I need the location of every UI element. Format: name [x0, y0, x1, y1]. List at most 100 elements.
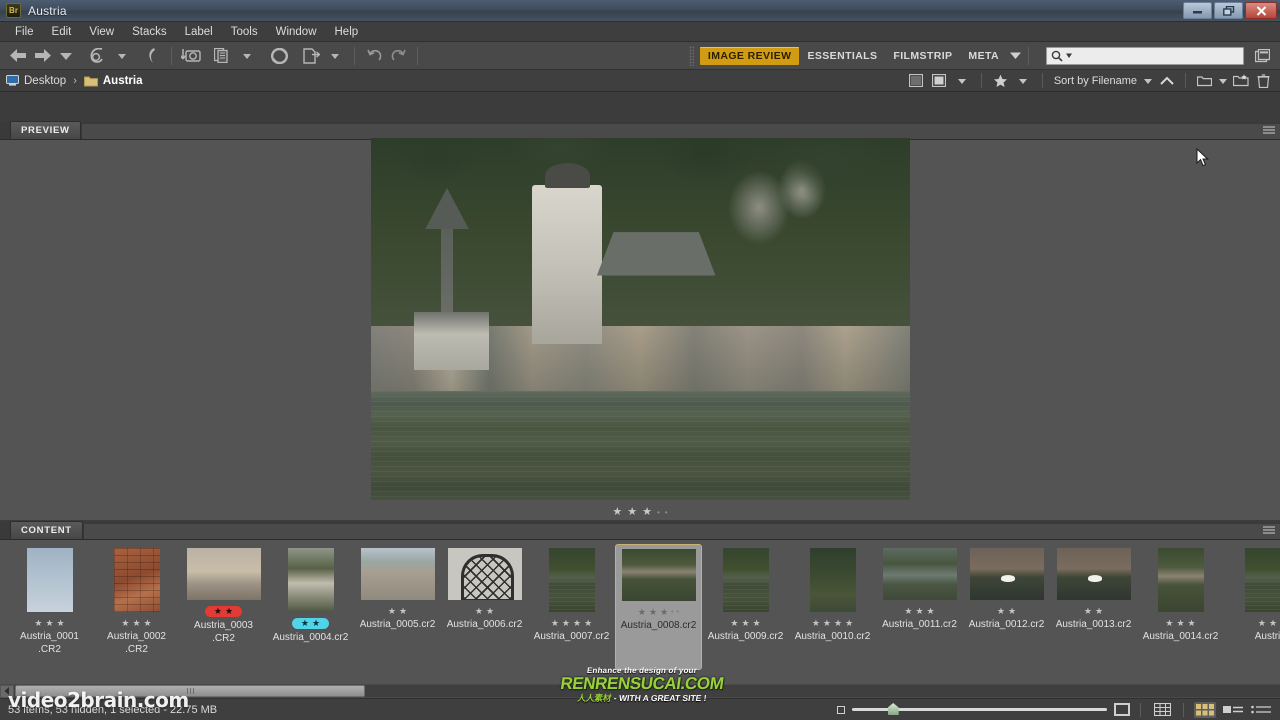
thumbnail-image[interactable] — [1157, 548, 1204, 612]
list-view-button[interactable] — [1250, 702, 1272, 718]
copy-dropdown-icon[interactable] — [235, 45, 259, 67]
thumbnail-rating[interactable]: ★ ★ ★ — [34, 618, 64, 628]
thumbnail-cell[interactable]: ★ ★ ★ Austria_0014.cr2 — [1137, 544, 1224, 670]
copy-files-icon[interactable] — [211, 45, 235, 67]
workspace-chevron-down-icon[interactable] — [1010, 50, 1021, 62]
thumbnail-image[interactable] — [809, 548, 856, 612]
thumbnail-cell[interactable]: ★ ★ Austria_0004.cr2 — [267, 544, 354, 670]
thumbnail-image[interactable] — [447, 548, 522, 600]
filter-grid-icon[interactable] — [906, 72, 927, 90]
thumbnail-image[interactable] — [621, 549, 696, 601]
thumbnail-size-slider[interactable] — [837, 703, 1130, 716]
thumbnail-cell[interactable]: ★ ★ ★ ★ Austria_0007.cr2 — [528, 544, 615, 670]
thumbnail-rating[interactable]: ★ ★ — [475, 606, 494, 616]
minimize-button[interactable] — [1183, 2, 1212, 19]
menu-label[interactable]: Label — [176, 24, 222, 40]
open-in-icon[interactable] — [299, 45, 323, 67]
thumbnail-rating[interactable]: ★ ★ ★ — [121, 618, 151, 628]
delete-icon[interactable] — [1253, 72, 1274, 90]
filter-dropdown-icon[interactable] — [952, 72, 973, 90]
details-view-button[interactable] — [1222, 702, 1244, 718]
forward-arrow-icon[interactable] — [30, 45, 54, 67]
thumbnail-cell[interactable]: ★ ★ Austri — [1224, 544, 1280, 670]
menu-stacks[interactable]: Stacks — [123, 24, 176, 40]
search-input[interactable] — [1075, 49, 1239, 62]
menu-help[interactable]: Help — [326, 24, 368, 40]
restore-button[interactable] — [1214, 2, 1243, 19]
large-thumbnail-icon[interactable] — [1114, 703, 1130, 716]
sort-dropdown-icon[interactable] — [1142, 72, 1154, 90]
color-label-red[interactable]: ★ ★ — [204, 606, 243, 617]
reveal-icon[interactable] — [140, 45, 164, 67]
thumbnail-image[interactable] — [186, 548, 261, 600]
scrollbar-track[interactable] — [14, 685, 1280, 697]
workspace-tab-essentials[interactable]: ESSENTIALS — [799, 47, 885, 65]
thumbnail-rating[interactable]: ★ ★ ★ — [1165, 618, 1195, 628]
thumbnail-image[interactable] — [969, 548, 1044, 600]
thumbnail-cell[interactable]: ★ ★ Austria_0006.cr2 — [441, 544, 528, 670]
content-horizontal-scrollbar[interactable] — [0, 684, 1280, 698]
panel-menu-icon[interactable] — [1263, 126, 1275, 136]
compact-mode-icon[interactable] — [1250, 45, 1274, 67]
close-button[interactable] — [1245, 2, 1277, 19]
create-new-folder-icon[interactable] — [1230, 72, 1251, 90]
folder-dropdown-caret-icon[interactable] — [1217, 72, 1228, 90]
thumbnail-cell[interactable]: ★ ★ ★ Austria_0011.cr2 — [876, 544, 963, 670]
back-arrow-icon[interactable] — [6, 45, 30, 67]
thumbnail-cell[interactable]: ★ ★ ★ ★ Austria_0010.cr2 — [789, 544, 876, 670]
grid-view-button[interactable] — [1151, 702, 1173, 718]
thumbnail-cell[interactable]: ★ ★ ★ Austria_0009.cr2 — [702, 544, 789, 670]
slider-knob[interactable] — [887, 703, 899, 715]
thumbnail-cell[interactable]: ★ ★ ★ • • Austria_0008.cr2 — [615, 544, 702, 670]
thumbnail-cell[interactable]: ★ ★ Austria_0003 .CR2 — [180, 544, 267, 670]
new-folder-dropdown-icon[interactable] — [1194, 72, 1215, 90]
thumbnail-image[interactable] — [287, 548, 334, 612]
open-in-dropdown-icon[interactable] — [323, 45, 347, 67]
sort-ascending-icon[interactable] — [1156, 72, 1177, 90]
tab-preview[interactable]: PREVIEW — [10, 121, 81, 139]
color-label-cyan[interactable]: ★ ★ — [291, 618, 330, 629]
search-box[interactable] — [1046, 46, 1244, 65]
thumbnail-image[interactable] — [1056, 548, 1131, 600]
recent-folders-dropdown-icon[interactable] — [54, 45, 78, 67]
menu-view[interactable]: View — [80, 24, 123, 40]
thumbnail-rating[interactable]: ★ ★ ★ • • — [638, 607, 679, 617]
workspace-drag-grip[interactable] — [688, 45, 694, 66]
small-thumbnail-icon[interactable] — [837, 705, 845, 714]
boomerang-icon[interactable] — [86, 45, 110, 67]
workspace-tab-filmstrip[interactable]: FILMSTRIP — [885, 47, 960, 65]
thumbnail-rating[interactable]: ★ ★ — [1084, 606, 1103, 616]
content-panel-menu-icon[interactable] — [1263, 526, 1275, 536]
menu-edit[interactable]: Edit — [43, 24, 81, 40]
thumbnail-image[interactable] — [26, 548, 73, 612]
workspace-tab-image-review[interactable]: IMAGE REVIEW — [699, 46, 800, 65]
thumbnail-image[interactable] — [882, 548, 957, 600]
scroll-left-icon[interactable] — [0, 684, 14, 698]
thumbnail-rating[interactable]: ★ ★ — [388, 606, 407, 616]
thumbnail-cell[interactable]: ★ ★ Austria_0013.cr2 — [1050, 544, 1137, 670]
refine-icon[interactable] — [267, 45, 291, 67]
get-photos-from-camera-icon[interactable] — [179, 45, 203, 67]
thumbnail-rating[interactable]: ★ ★ ★ ★ — [551, 618, 592, 628]
thumbnail-image[interactable] — [113, 548, 160, 612]
slider-track[interactable] — [852, 703, 1107, 715]
thumbnail-cell[interactable]: ★ ★ Austria_0012.cr2 — [963, 544, 1050, 670]
thumbnail-rating[interactable]: ★ ★ ★ ★ — [812, 618, 853, 628]
preview-image[interactable] — [370, 138, 910, 500]
thumbnail-rating[interactable]: ★ ★ ★ — [730, 618, 760, 628]
thumbnail-rating[interactable]: ★ ★ ★ — [904, 606, 934, 616]
rotate-clockwise-icon[interactable] — [386, 45, 410, 67]
star-filter-icon[interactable] — [990, 72, 1011, 90]
thumbnail-cell[interactable]: ★ ★ ★ Austria_0002 .CR2 — [93, 544, 180, 670]
menu-tools[interactable]: Tools — [222, 24, 267, 40]
thumbnail-view-button[interactable] — [1194, 701, 1216, 718]
tab-content[interactable]: CONTENT — [10, 521, 83, 539]
thumbnail-image[interactable] — [722, 548, 769, 612]
thumbnail-image[interactable] — [1244, 548, 1280, 612]
sort-by-label[interactable]: Sort by Filename — [1051, 75, 1140, 87]
rotate-counterclockwise-icon[interactable] — [362, 45, 386, 67]
thumbnail-rating[interactable]: ★ ★ — [1258, 618, 1277, 628]
menu-file[interactable]: File — [6, 24, 43, 40]
star-filter-dropdown-icon[interactable] — [1013, 72, 1034, 90]
breadcrumb-austria[interactable]: Austria — [83, 75, 142, 87]
